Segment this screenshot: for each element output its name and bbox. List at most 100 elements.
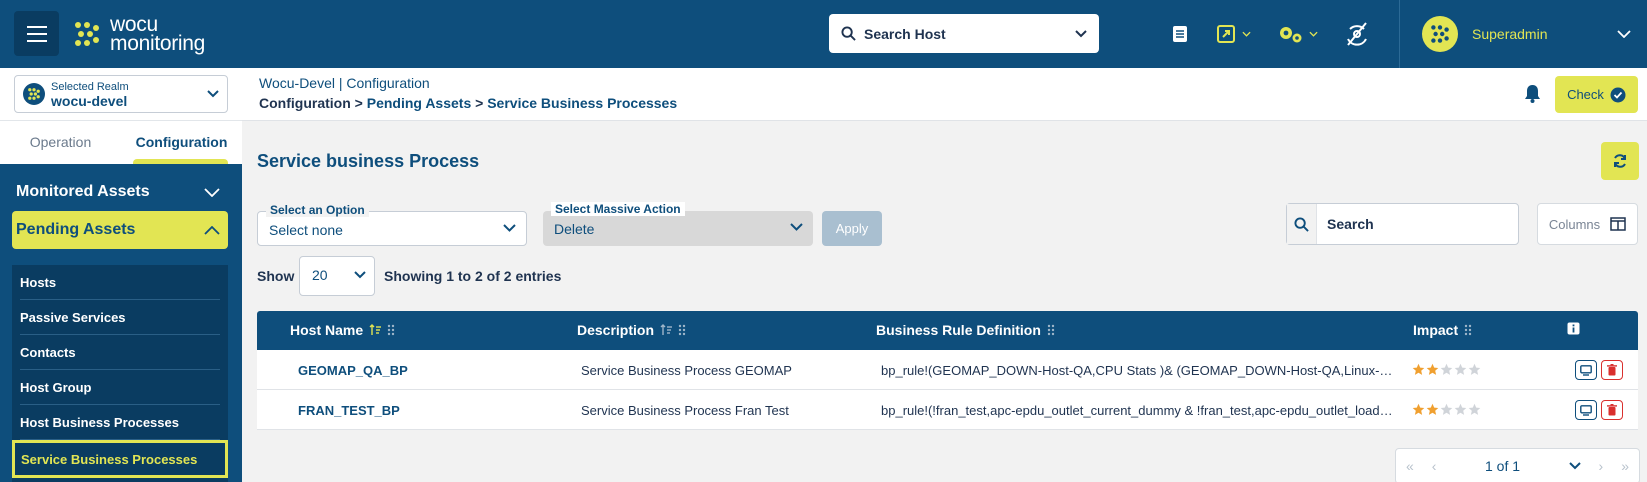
external-links-menu[interactable] [1216, 24, 1251, 44]
info-icon[interactable] [1567, 322, 1580, 335]
tab-configuration[interactable]: Configuration [121, 121, 242, 164]
star-icon [1412, 363, 1425, 375]
section-monitored-assets[interactable]: Monitored Assets [12, 173, 228, 211]
host-name-cell[interactable]: GEOMAP_QA_BP [298, 363, 408, 378]
chevron-down-icon [204, 187, 220, 197]
column-label: Description [577, 322, 655, 338]
delete-button[interactable] [1601, 400, 1623, 420]
host-name-cell[interactable]: FRAN_TEST_BP [298, 403, 400, 418]
star-icon [1440, 363, 1453, 375]
section-label: Monitored Assets [16, 183, 150, 200]
prev-page-icon[interactable]: ‹ [1432, 458, 1437, 474]
check-circle-icon [1610, 87, 1626, 102]
view-button[interactable] [1575, 400, 1597, 420]
section-pending-assets[interactable]: Pending Assets [12, 211, 228, 249]
sidebar-item-passive-services[interactable]: Passive Services [20, 300, 220, 335]
bell-icon[interactable] [1524, 84, 1541, 103]
chevron-down-icon [207, 90, 219, 98]
chevron-down-icon [790, 223, 803, 231]
section-label: Pending Assets [16, 221, 136, 238]
sidebar: Selected Realm wocu-devel Operation Conf… [0, 68, 242, 482]
sidebar-item-host-business-processes[interactable]: Host Business Processes [20, 405, 220, 440]
tab-operation[interactable]: Operation [0, 121, 121, 164]
column-impact[interactable]: Impact [1413, 322, 1472, 338]
next-page-icon[interactable]: › [1599, 458, 1604, 474]
realm-value: wocu-devel [51, 93, 128, 109]
massive-action-select[interactable]: Select Massive Action Delete [543, 202, 813, 246]
chevron-down-icon[interactable] [1568, 462, 1581, 470]
columns-button[interactable]: Columns [1537, 203, 1638, 245]
breadcrumb: Configuration > Pending Assets > Service… [259, 95, 677, 111]
search-icon [841, 26, 856, 41]
delete-button[interactable] [1601, 360, 1623, 380]
settings-menu[interactable] [1277, 23, 1318, 45]
host-search-select[interactable]: Search Host [829, 14, 1099, 53]
search-icon [1294, 216, 1309, 232]
chevron-down-icon [503, 224, 516, 232]
user-menu[interactable]: Superadmin [1399, 0, 1647, 68]
sidebar-item-service-business-processes[interactable]: Service Business Processes [12, 440, 228, 478]
star-icon [1468, 403, 1481, 415]
sidebar-item-contacts[interactable]: Contacts [20, 335, 220, 370]
page-size-select[interactable]: 20 [299, 256, 375, 296]
breadcrumb-pending-assets[interactable]: Pending Assets [367, 95, 472, 111]
last-page-icon[interactable]: » [1621, 458, 1629, 474]
chevron-down-icon [1242, 31, 1251, 37]
top-bar: wocu monitoring Search Host Superadmin [0, 0, 1647, 68]
sidebar-item-host-group[interactable]: Host Group [20, 370, 220, 405]
logo[interactable]: wocu monitoring [72, 14, 205, 54]
view-button[interactable] [1575, 360, 1597, 380]
column-host-name[interactable]: Host Name [290, 322, 395, 338]
breadcrumb-bar: Wocu-Devel | Configuration Configuration… [242, 68, 1647, 121]
realm-select[interactable]: Selected Realm wocu-devel [14, 75, 228, 113]
trash-icon [1607, 364, 1617, 376]
column-label: Impact [1413, 322, 1459, 338]
menu-icon[interactable] [14, 11, 59, 56]
chevron-down-icon [1075, 29, 1087, 37]
star-icon [1412, 403, 1425, 415]
logo-line2: monitoring [110, 32, 206, 55]
refresh-button[interactable] [1601, 142, 1639, 180]
check-button[interactable]: Check [1555, 76, 1638, 113]
drag-icon[interactable] [678, 324, 686, 336]
sidebar-tabs: Operation Configuration [0, 120, 242, 164]
pagination: « ‹ 1 of 1 › » [1395, 448, 1640, 482]
context-label: Wocu-Devel | Configuration [259, 75, 430, 91]
description-cell: Service Business Process Fran Test [581, 403, 789, 418]
column-description[interactable]: Description [577, 322, 686, 338]
docs-button[interactable] [1170, 24, 1190, 44]
drag-icon[interactable] [1047, 324, 1055, 336]
drag-icon[interactable] [1464, 324, 1472, 336]
breadcrumb-separator: > [354, 95, 363, 111]
column-label: Host Name [290, 322, 364, 338]
table-search-input[interactable]: Search [1286, 203, 1519, 245]
star-icon [1454, 363, 1467, 375]
monitor-icon [1580, 364, 1592, 376]
impact-rating [1412, 403, 1481, 416]
table-row[interactable]: FRAN_TEST_BP Service Business Process Fr… [257, 390, 1638, 430]
star-icon [1468, 363, 1481, 375]
trash-icon [1607, 404, 1617, 416]
column-label: Business Rule Definition [876, 322, 1041, 338]
sort-icon [369, 324, 382, 335]
breadcrumb-root[interactable]: Configuration [259, 95, 351, 111]
chevron-down-icon [1617, 30, 1631, 38]
sidebar-item-hosts[interactable]: Hosts [20, 265, 220, 300]
apply-button[interactable]: Apply [822, 211, 882, 246]
sort-icon [660, 324, 673, 335]
business-rule-cell: bp_rule!(!fran_test,apc-epdu_outlet_curr… [881, 403, 1393, 418]
top-toolbar [1170, 18, 1370, 50]
column-business-rule[interactable]: Business Rule Definition [876, 322, 1055, 338]
chevron-down-icon [1309, 31, 1318, 37]
star-icon [1426, 403, 1439, 415]
page-title: Service business Process [257, 151, 480, 171]
drag-icon[interactable] [387, 324, 395, 336]
description-cell: Service Business Process GEOMAP [581, 363, 792, 378]
option-select-caption: Select an Option [266, 203, 369, 217]
row-actions [1575, 400, 1623, 420]
first-page-icon[interactable]: « [1406, 458, 1414, 474]
table-row[interactable]: GEOMAP_QA_BP Service Business Process GE… [257, 350, 1638, 390]
impact-rating [1412, 363, 1481, 376]
connectivity-button[interactable] [1344, 21, 1370, 47]
option-select[interactable]: Select an Option Select none [257, 203, 527, 246]
